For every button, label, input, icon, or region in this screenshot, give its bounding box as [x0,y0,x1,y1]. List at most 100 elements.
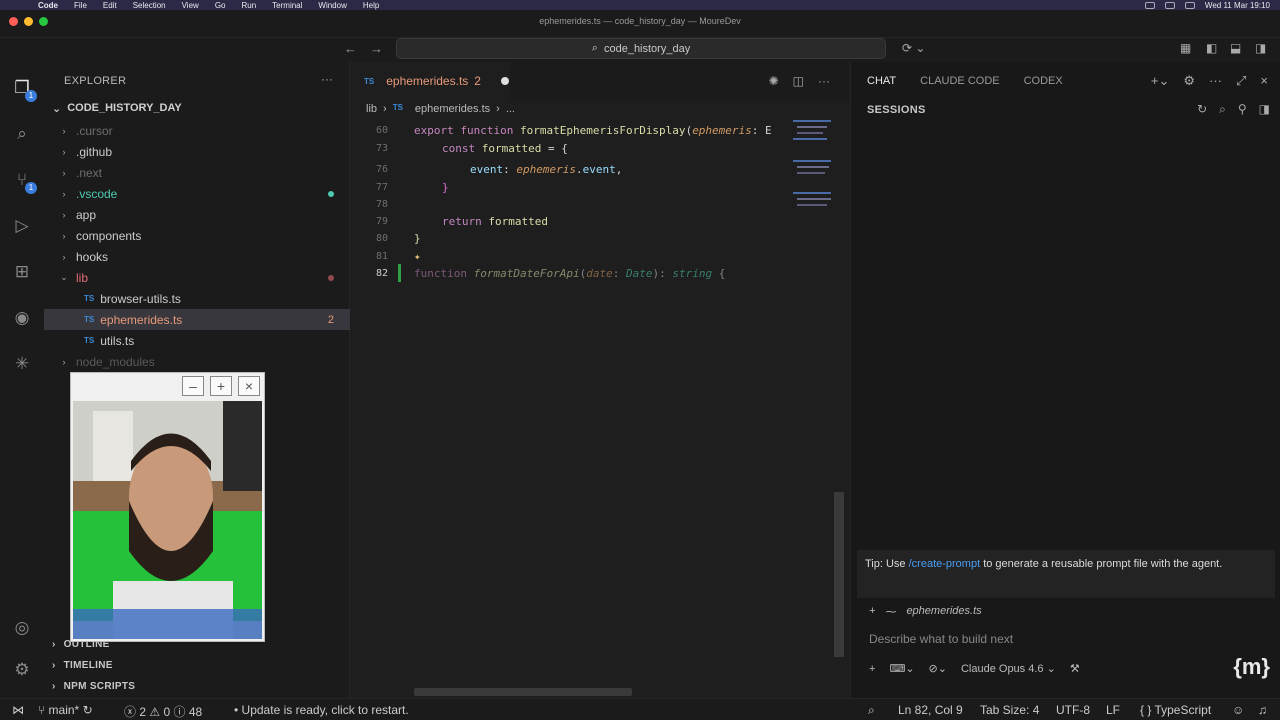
tree-item-node-modules[interactable]: › node_modules [44,351,350,372]
tree-item-components[interactable]: › components [44,225,350,246]
copilot-icon[interactable]: ⟳ ⌄ [902,41,925,55]
notifications-icon[interactable]: ♫ [1258,703,1267,717]
menu-terminal[interactable]: Terminal [272,1,302,10]
code-line: 80 } [350,228,790,248]
zoom-icon[interactable]: ⌕ [868,703,875,718]
vertical-scrollbar[interactable] [834,492,844,657]
encoding[interactable]: UTF-8 [1056,703,1090,717]
close-icon[interactable]: × [238,376,260,396]
search-icon[interactable]: ⌕ [10,122,34,146]
eol[interactable]: LF [1106,703,1120,717]
layout-toggle-icon[interactable]: ▦ [1180,41,1191,55]
search-icon[interactable]: ⌕ [1219,102,1226,117]
explorer-icon[interactable]: ❐ 1 [10,76,37,102]
secondary-sidebar-toggle-icon[interactable]: ◨ [1255,41,1266,55]
horizontal-scrollbar[interactable] [414,688,632,696]
menu-edit[interactable]: Edit [103,1,117,10]
npm-scripts-section[interactable]: › NPM SCRIPTS [52,681,135,692]
webcam-overlay[interactable]: – + × [70,372,265,642]
settings-gear-icon[interactable]: ⚙ [10,658,34,682]
tree-item-browser-utils[interactable]: TS browser-utils.ts [44,288,350,309]
more-actions-icon[interactable]: ··· [1209,73,1222,89]
tab-codex[interactable]: CODEX [1024,75,1063,87]
search-icon[interactable] [1184,1,1195,9]
more-actions-icon[interactable]: ··· [818,74,830,88]
ai-assist-icon[interactable]: ✺ [769,74,779,88]
configure-tools-icon[interactable]: ⚒ [1070,662,1080,675]
account-icon[interactable]: ◎ [10,616,34,640]
split-editor-icon[interactable]: ◫ [793,74,804,88]
menu-app[interactable]: Code [38,1,58,10]
tab-size[interactable]: Tab Size: 4 [980,703,1039,717]
chat-input[interactable]: Describe what to build next [869,632,1013,646]
menu-window[interactable]: Window [318,1,346,10]
timeline-section[interactable]: › TIMELINE [52,660,113,671]
menu-run[interactable]: Run [241,1,256,10]
tab-chat[interactable]: CHAT [867,75,896,87]
maximize-panel-icon[interactable]: ⤢ [1236,73,1246,89]
back-arrow-icon[interactable]: ← [344,41,357,56]
lightbulb-icon[interactable]: ✦ [414,250,421,263]
tree-item-cursor[interactable]: › .cursor [44,120,350,141]
menu-help[interactable]: Help [363,1,379,10]
menu-go[interactable]: Go [215,1,226,10]
tree-item-vscode[interactable]: › .vscode [44,183,350,204]
new-chat-icon[interactable]: +⌄ [1151,73,1169,89]
remote-icon[interactable]: ⋈ [12,703,24,717]
minimap[interactable] [793,120,833,240]
copilot-status-icon[interactable]: ☺ [1232,703,1244,717]
refresh-icon[interactable]: ↻ [1197,102,1207,117]
menubar-status-icon[interactable] [1144,1,1155,9]
sidebar-toggle-icon[interactable]: ◧ [1206,41,1217,55]
update-status[interactable]: • Update is ready, click to restart. [234,703,409,717]
menu-file[interactable]: File [74,1,87,10]
tree-item-lib[interactable]: ⌄ lib [44,267,350,288]
wifi-icon[interactable] [1164,1,1175,9]
menu-view[interactable]: View [182,1,199,10]
minimize-icon[interactable]: – [182,376,204,396]
breadcrumb-folder[interactable]: lib [366,103,377,115]
close-panel-icon[interactable]: × [1260,73,1268,89]
breadcrumb-file[interactable]: ephemerides.ts [415,103,490,115]
cursor-position[interactable]: Ln 82, Col 9 [898,703,963,717]
extensions-icon[interactable]: ⊞ [10,260,34,284]
python-icon[interactable]: ◉ [10,306,34,330]
menubar-clock[interactable]: Wed 11 Mar 19:10 [1205,1,1270,10]
run-debug-icon[interactable]: ▷ [10,214,34,238]
command-center-search[interactable]: ⌕ code_history_day [396,38,886,59]
filter-icon[interactable]: ⚲ [1238,102,1247,117]
menu-selection[interactable]: Selection [133,1,166,10]
webcam-video [73,401,262,639]
context-attachment[interactable]: + ⁓ ephemerides.ts [869,605,982,618]
tab-label: ephemerides.ts [386,74,469,88]
add-icon[interactable]: + [869,663,875,675]
agent-mode-icon[interactable]: ⌨⌄ [889,662,914,675]
branch-status[interactable]: ⑂ main* ↻ [38,703,93,717]
tree-item-next[interactable]: › .next [44,162,350,183]
create-prompt-link[interactable]: /create-prompt [909,558,981,570]
tree-item-ephemerides[interactable]: TS ephemerides.ts 2 [44,309,350,330]
problems-status[interactable]: ⓧ 2 ⚠ 0 ⓘ 48 [124,703,202,720]
tab-claude-code[interactable]: CLAUDE CODE [920,75,999,87]
ai-agent-icon[interactable]: ✳ [10,352,34,376]
chevron-right-icon: › [52,681,56,692]
tab-ephemerides[interactable]: TS ephemerides.ts 2 [350,62,510,100]
maximize-icon[interactable]: + [210,376,232,396]
tree-item-app[interactable]: › app [44,204,350,225]
gear-icon[interactable]: ⚙ [1183,73,1195,89]
forward-arrow-icon[interactable]: → [370,41,383,56]
project-root[interactable]: ⌄ CODE_HISTORY_DAY [52,102,182,115]
more-actions-icon[interactable]: ··· [321,72,333,86]
language-mode[interactable]: { } TypeScript [1140,703,1211,717]
tree-item-github[interactable]: › .github [44,141,350,162]
breadcrumb-symbol[interactable]: ... [506,103,515,115]
source-control-icon[interactable]: ⑂ 1 [10,168,37,194]
collapse-icon[interactable]: ◨ [1259,102,1270,117]
model-picker[interactable]: Claude Opus 4.6 ⌄ [961,662,1056,675]
add-context-icon[interactable]: + [869,605,875,618]
unsaved-dot-icon[interactable] [500,77,509,85]
tree-item-utils[interactable]: TS utils.ts [44,330,350,351]
tools-icon[interactable]: ⊘⌄ [929,662,947,675]
tree-item-hooks[interactable]: › hooks [44,246,350,267]
panel-toggle-icon[interactable]: ⬓ [1230,41,1241,55]
